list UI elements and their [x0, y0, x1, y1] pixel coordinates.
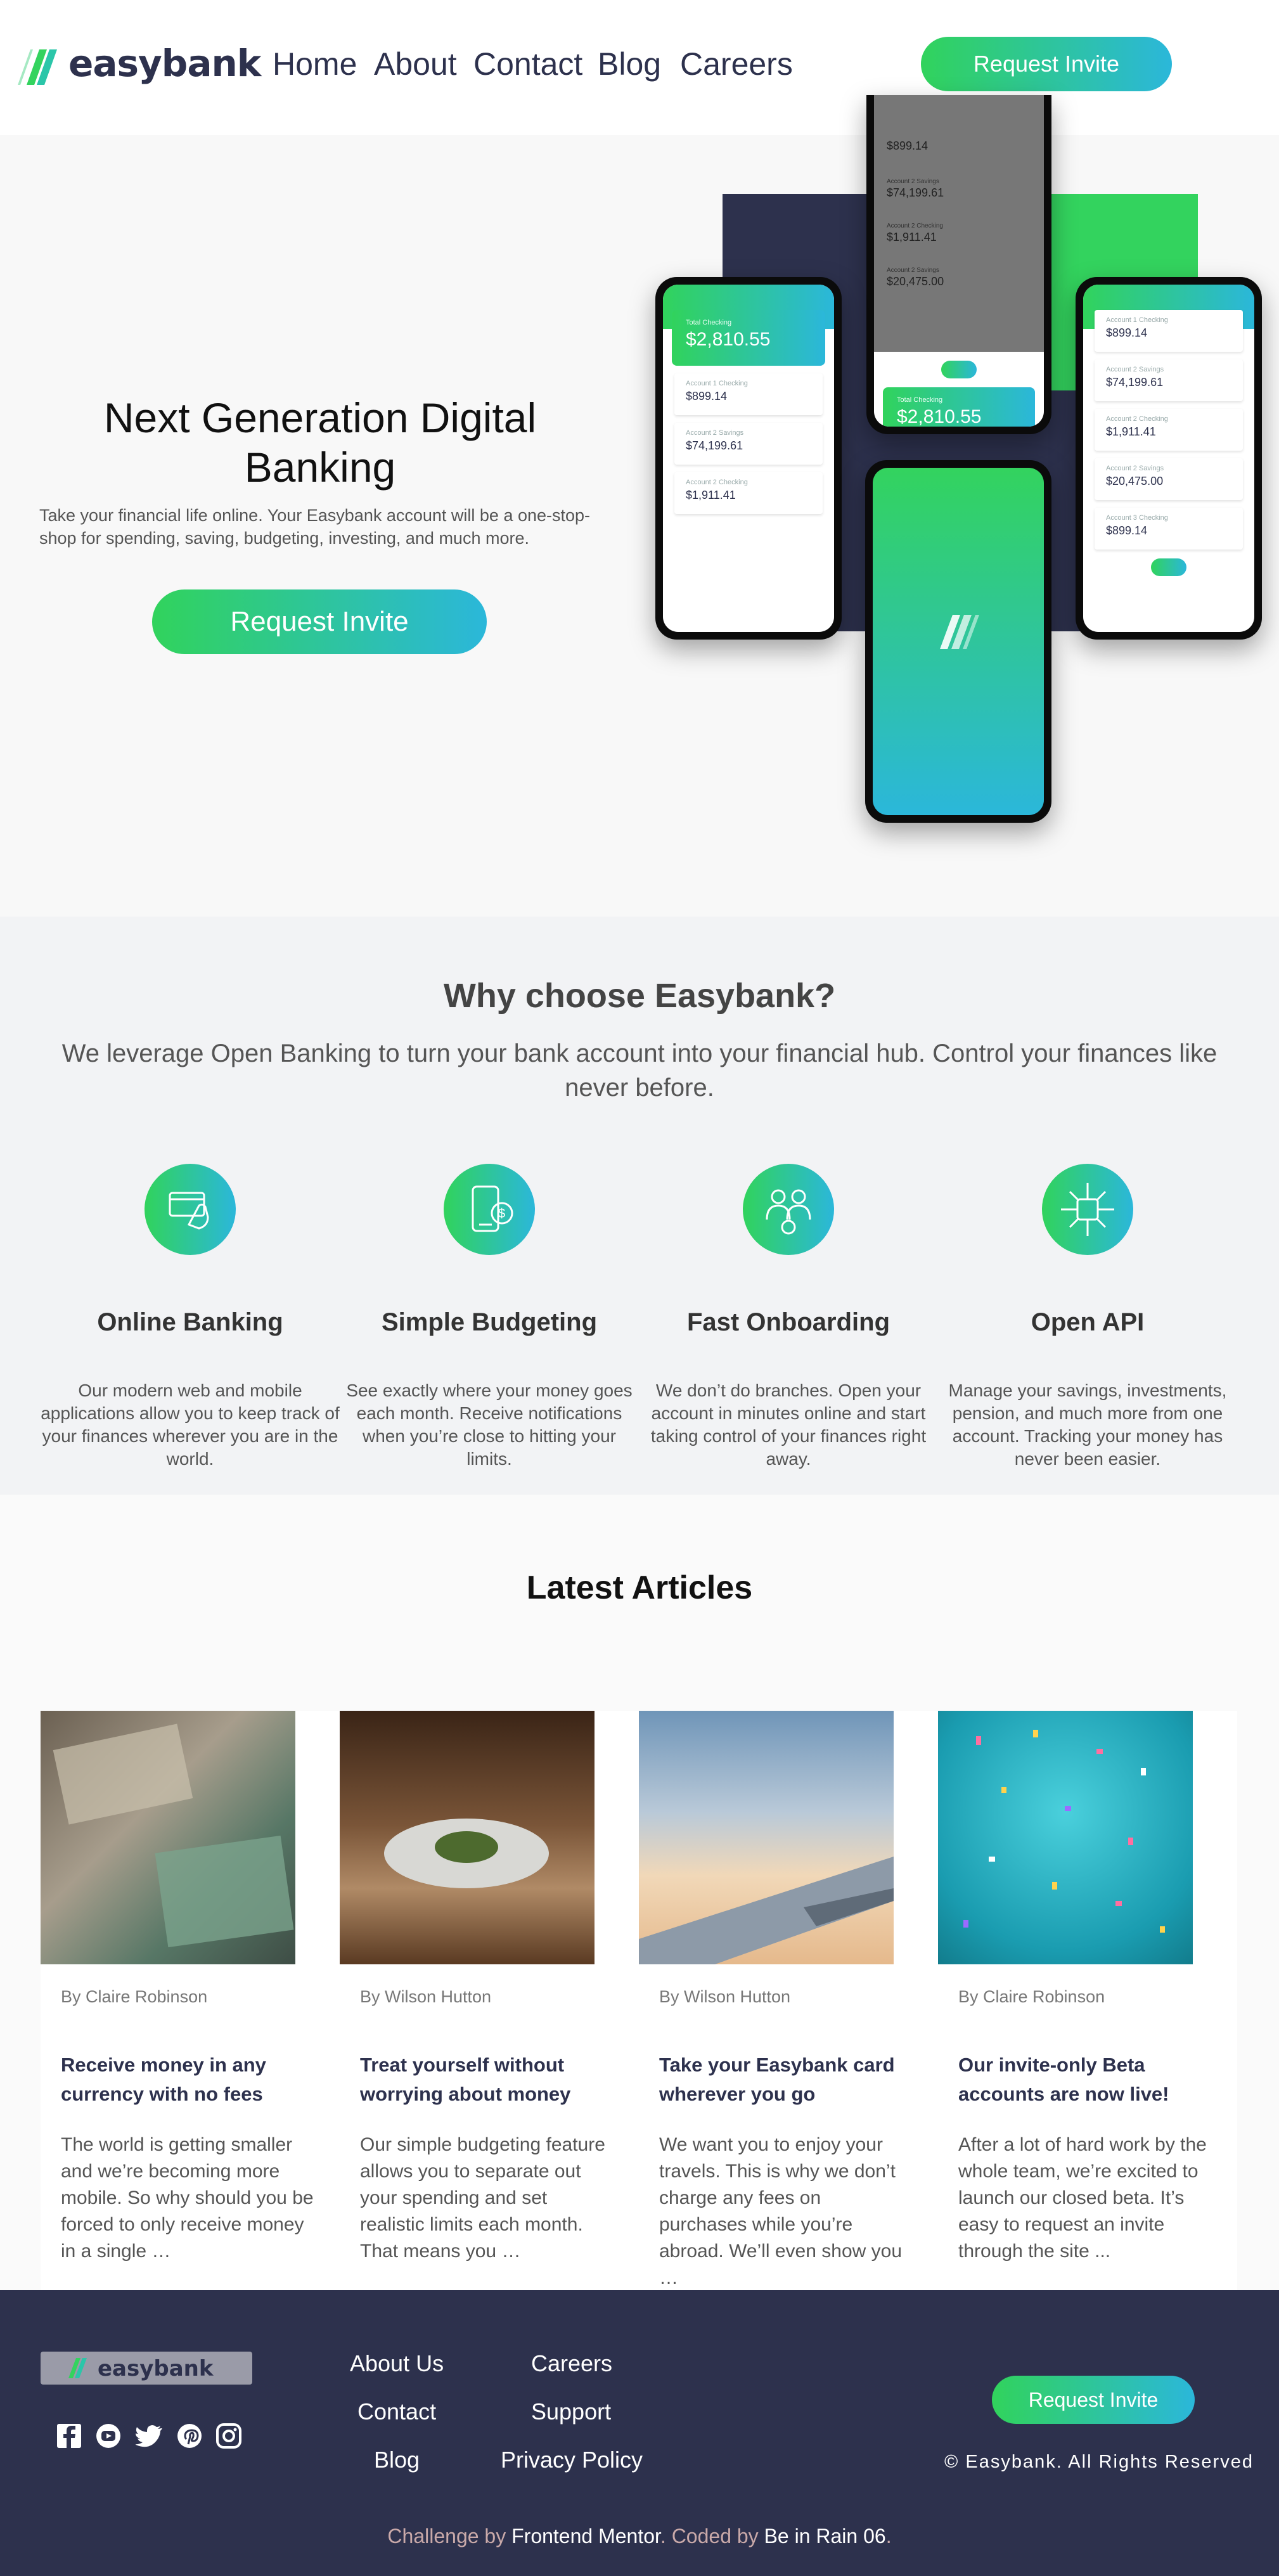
phone-right: Account 1 Checking $899.14 Account 2 Savi…: [1076, 277, 1262, 640]
feature-desc-api: Manage your savings, investments, pensio…: [948, 1381, 1227, 1469]
article-excerpt: The world is getting smaller and we’re b…: [61, 2134, 314, 2262]
article-title[interactable]: Our invite-only Beta accounts are now li…: [958, 2051, 1224, 2109]
article-card[interactable]: By Claire Robinson Our invite-only Beta …: [938, 1711, 1237, 2290]
site-header: easybank Home About Contact Blog Careers…: [0, 0, 1279, 135]
phone-left-total: Total Checking $2,810.55: [672, 310, 825, 366]
footer-logo[interactable]: easybank: [41, 2352, 252, 2385]
article-card[interactable]: By Wilson Hutton Take your Easybank card…: [639, 1711, 938, 2290]
youtube-icon[interactable]: [95, 2423, 122, 2449]
why-title: Why choose Easybank?: [443, 977, 836, 1015]
phone-left: Total Checking $2,810.55 Account 1 Check…: [655, 277, 842, 640]
footer-logo-mark-icon: [68, 2358, 87, 2378]
footer-link-about[interactable]: About Us: [350, 2350, 444, 2377]
phone-top: $899.14 Account 2 Savings $74,199.61 Acc…: [866, 95, 1051, 434]
article-author: By Claire Robinson: [61, 1987, 208, 2006]
article-title[interactable]: Take your Easybank card wherever you go: [659, 2051, 925, 2109]
phone-top-total: Total Checking $2,810.55: [883, 387, 1035, 427]
attribution: Challenge by Frontend Mentor. Coded by B…: [387, 2525, 892, 2547]
article-card[interactable]: By Wilson Hutton Treat yourself without …: [340, 1711, 639, 2290]
feature-desc-onboarding: We don’t do branches. Open your account …: [650, 1381, 927, 1469]
article-image-restaurant: [340, 1711, 595, 1964]
article-excerpt: After a lot of hard work by the whole te…: [958, 2134, 1207, 2262]
footer-link-privacy[interactable]: Privacy Policy: [501, 2447, 643, 2473]
hero-title: Next Generation Digital Banking: [103, 394, 537, 491]
header-request-invite-button[interactable]: Request Invite: [921, 37, 1172, 91]
why-subtitle: We leverage Open Banking to turn your ba…: [61, 1040, 1218, 1102]
nav-blog[interactable]: Blog: [598, 46, 661, 82]
article-image-confetti: [938, 1711, 1193, 1964]
credit-link-author[interactable]: Be in Rain 06: [764, 2525, 886, 2547]
article-title[interactable]: Receive money in any currency with no fe…: [61, 2051, 327, 2109]
feature-title-onboarding: Fast Onboarding: [687, 1308, 890, 1336]
articles-title: Latest Articles: [526, 1569, 753, 1606]
footer-link-blog[interactable]: Blog: [374, 2447, 420, 2473]
phone-top-list: $899.14 Account 2 Savings $74,199.61 Acc…: [874, 95, 1044, 352]
phone-logo-icon: [940, 615, 979, 649]
nav-about[interactable]: About: [374, 46, 457, 82]
footer-link-careers[interactable]: Careers: [531, 2350, 612, 2377]
footer-link-support[interactable]: Support: [531, 2399, 611, 2425]
pinterest-icon[interactable]: [176, 2423, 203, 2449]
hero-request-invite-button[interactable]: Request Invite: [152, 589, 487, 654]
article-image-money: [41, 1711, 295, 1964]
article-author: By Wilson Hutton: [659, 1987, 791, 2006]
phone-top-pill: [941, 361, 977, 378]
feature-title-online-banking: Online Banking: [97, 1308, 283, 1336]
article-author: By Claire Robinson: [958, 1987, 1105, 2006]
article-author: By Wilson Hutton: [360, 1987, 492, 2006]
footer-request-invite-button[interactable]: Request Invite: [992, 2376, 1195, 2424]
copyright: © Easybank. All Rights Reserved: [944, 2452, 1254, 2472]
footer-link-contact[interactable]: Contact: [357, 2399, 436, 2425]
phone-right-pill: [1151, 558, 1186, 576]
logo-mark-icon: [18, 49, 57, 85]
logo-text: easybank: [68, 42, 261, 85]
instagram-icon[interactable]: [215, 2423, 242, 2449]
hero-description: Take your financial life online. Your Ea…: [39, 506, 591, 548]
feature-title-api: Open API: [1031, 1308, 1145, 1336]
feature-desc-online-banking: Our modern web and mobile applications a…: [41, 1381, 340, 1469]
nav-contact[interactable]: Contact: [473, 46, 582, 82]
svg-text:$: $: [498, 1207, 505, 1221]
credit-link-frontend-mentor[interactable]: Frontend Mentor: [511, 2525, 660, 2547]
logo[interactable]: easybank: [18, 42, 261, 87]
facebook-icon[interactable]: [56, 2423, 82, 2449]
feature-desc-budgeting: See exactly where your money goes each m…: [346, 1381, 633, 1469]
article-excerpt: Our simple budgeting feature allows you …: [360, 2134, 605, 2262]
twitter-icon[interactable]: [136, 2423, 162, 2449]
online-banking-icon: [145, 1164, 236, 1255]
nav-home[interactable]: Home: [273, 46, 357, 82]
phone-center: [865, 460, 1051, 823]
feature-title-budgeting: Simple Budgeting: [382, 1308, 597, 1336]
budgeting-icon: $: [444, 1164, 535, 1255]
onboarding-icon: [743, 1164, 834, 1255]
article-title[interactable]: Treat yourself without worrying about mo…: [360, 2051, 626, 2109]
article-excerpt: We want you to enjoy your travels. This …: [659, 2134, 902, 2288]
article-card[interactable]: By Claire Robinson Receive money in any …: [41, 1711, 340, 2290]
nav-careers[interactable]: Careers: [680, 46, 793, 82]
article-image-plane: [639, 1711, 894, 1964]
api-icon: [1042, 1164, 1133, 1255]
